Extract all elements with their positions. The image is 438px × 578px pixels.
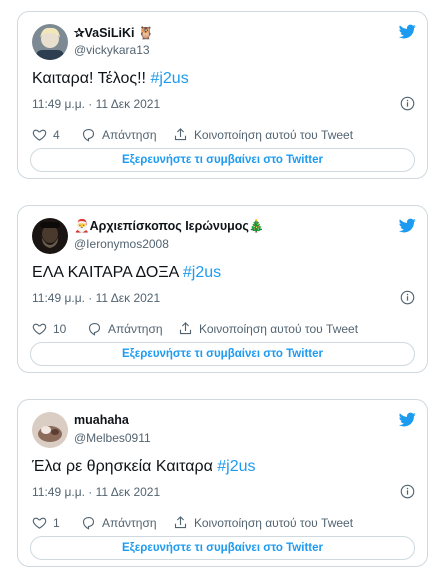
author-handle[interactable]: @vickykara13 (74, 43, 150, 57)
avatar[interactable] (32, 218, 68, 254)
author-name[interactable]: ✰VaSiLiKi 🦉 (74, 25, 154, 41)
author-handle[interactable]: @Melbes0911 (74, 431, 151, 445)
tweet-timestamp[interactable]: 11:49 μ.μ. · 11 Δεκ 2021 (32, 485, 160, 499)
reply-button[interactable]: Απάντηση (81, 127, 157, 142)
tweet-card: ✰VaSiLiKi 🦉 @vickykara13 Καιταρα! Τέλος!… (17, 11, 428, 179)
like-button[interactable]: 1 (32, 515, 60, 530)
author-handle[interactable]: @Ieronymos2008 (74, 237, 169, 251)
share-icon (174, 516, 187, 529)
hashtag-link[interactable]: #j2us (150, 70, 188, 87)
share-button[interactable]: Κοινοποίηση αυτού του Tweet (173, 127, 353, 142)
share-icon (174, 128, 187, 141)
like-button[interactable]: 4 (32, 127, 60, 142)
twitter-bird-icon[interactable] (399, 217, 416, 234)
like-count: 4 (53, 127, 60, 142)
reply-icon (88, 322, 101, 336)
heart-icon (32, 323, 47, 335)
share-label: Κοινοποίηση αυτού του Tweet (199, 321, 359, 336)
tweet-timestamp[interactable]: 11:49 μ.μ. · 11 Δεκ 2021 (32, 97, 160, 111)
avatar[interactable] (32, 24, 68, 60)
share-label: Κοινοποίηση αυτού του Tweet (194, 127, 354, 142)
tweet-timestamp[interactable]: 11:49 μ.μ. · 11 Δεκ 2021 (32, 291, 160, 305)
explore-twitter-button[interactable]: Εξερευνήστε τι συμβαίνει στο Twitter (30, 148, 415, 172)
reply-label: Απάντηση (108, 321, 163, 336)
like-count: 1 (53, 515, 60, 530)
reply-label: Απάντηση (102, 515, 157, 530)
hashtag-link[interactable]: #j2us (217, 458, 255, 475)
avatar[interactable] (32, 412, 68, 448)
explore-twitter-button[interactable]: Εξερευνήστε τι συμβαίνει στο Twitter (30, 342, 415, 366)
share-icon (179, 322, 192, 335)
heart-icon (32, 517, 47, 529)
reply-label: Απάντηση (102, 127, 157, 142)
tweet-text: Καιταρα! Τέλος!! #j2us (32, 70, 189, 87)
like-count: 10 (53, 321, 67, 336)
reply-icon (82, 516, 95, 530)
heart-icon (32, 129, 47, 141)
reply-icon (82, 128, 95, 142)
tweet-card: muahaha @Melbes0911 Έλα ρε θρησκεία Καιτ… (17, 399, 428, 567)
explore-twitter-button[interactable]: Εξερευνήστε τι συμβαίνει στο Twitter (30, 536, 415, 560)
reply-button[interactable]: Απάντηση (87, 321, 163, 336)
info-icon[interactable] (400, 96, 415, 111)
info-icon[interactable] (400, 290, 415, 305)
share-label: Κοινοποίηση αυτού του Tweet (194, 515, 354, 530)
hashtag-link[interactable]: #j2us (183, 264, 221, 281)
share-button[interactable]: Κοινοποίηση αυτού του Tweet (178, 321, 358, 336)
share-button[interactable]: Κοινοποίηση αυτού του Tweet (173, 515, 353, 530)
reply-button[interactable]: Απάντηση (81, 515, 157, 530)
tweet-text: ΕΛΑ ΚΑΙΤΑΡΑ ΔΟΞΑ #j2us (32, 264, 222, 281)
author-name[interactable]: 🎅Αρχιεπίσκοπος Ιερώνυμος🎄 (74, 219, 264, 234)
twitter-bird-icon[interactable] (399, 411, 416, 428)
tweet-card: 🎅Αρχιεπίσκοπος Ιερώνυμος🎄 @Ieronymos2008… (17, 205, 428, 373)
like-button[interactable]: 10 (32, 321, 66, 336)
twitter-bird-icon[interactable] (399, 23, 416, 40)
author-name[interactable]: muahaha (74, 413, 129, 427)
tweet-text: Έλα ρε θρησκεία Καιταρα #j2us (32, 458, 256, 475)
info-icon[interactable] (400, 484, 415, 499)
